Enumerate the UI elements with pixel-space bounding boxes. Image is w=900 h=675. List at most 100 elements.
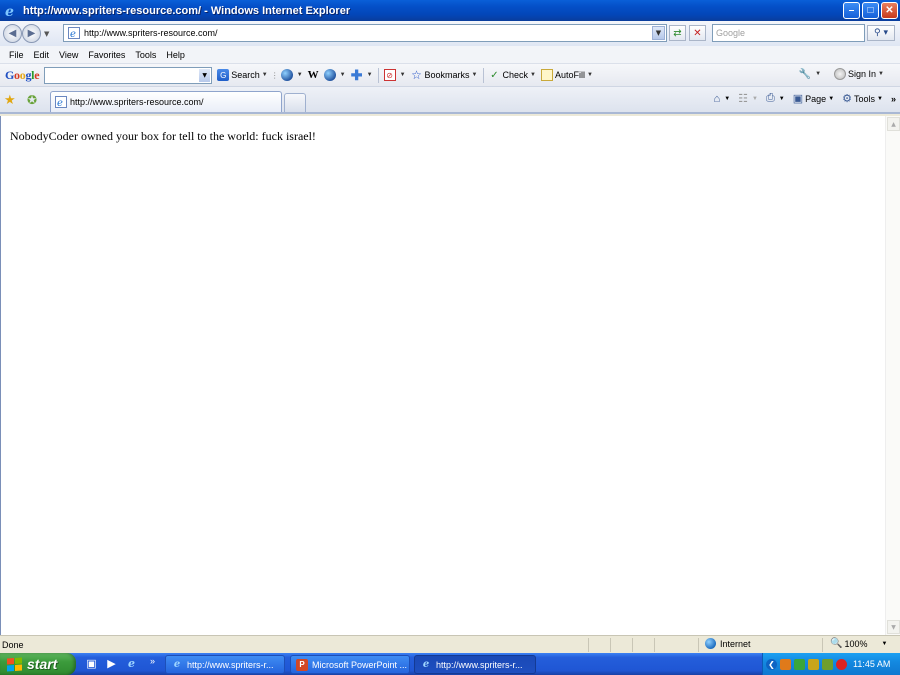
forward-arrow-icon: ▶ [27,28,36,39]
globe-button[interactable]: ▼ [280,69,303,81]
zoom-control[interactable]: 🔍 100% ▼ [830,638,887,649]
menu-favorites[interactable]: Favorites [83,50,130,60]
address-dropdown-button[interactable]: ▼ [652,26,665,40]
zoom-level: 100% [844,638,868,649]
tools-menu-label: Tools [854,93,876,104]
refresh-button[interactable]: ⇄ [669,25,686,41]
command-bar-overflow-button[interactable]: » [891,94,896,104]
google-toolbar-right: 🔧 ▼ Sign In ▼ [794,68,884,80]
security-zone[interactable]: Internet [705,638,751,649]
back-arrow-icon: ◀ [8,28,17,39]
taskbar-button-ie-1[interactable]: e http://www.spriters-r... [165,655,285,674]
menu-help[interactable]: Help [161,50,190,60]
bookmarks-button[interactable]: ☆ Bookmarks ▼ [411,68,477,82]
quick-launch-more-button[interactable]: » [150,656,155,666]
title-bar[interactable]: e http://www.spriters-resource.com/ - Wi… [0,0,900,21]
menu-view[interactable]: View [54,50,83,60]
add-to-favorites-icon[interactable]: ✪ [27,93,37,107]
vertical-scrollbar[interactable]: ▲ ▼ [885,116,900,635]
print-button[interactable]: ⎙ ▼ [766,92,785,105]
search-go-button[interactable]: ⚲ ▾ [867,25,895,41]
taskbar-button-powerpoint[interactable]: P Microsoft PowerPoint ... [290,655,410,674]
magnifier-icon: ⚲ ▾ [874,28,888,38]
windows-flag-icon [7,656,22,672]
sign-in-button[interactable]: Sign In ▼ [834,68,884,80]
check-label: Check [502,70,529,80]
tray-shield-icon[interactable] [808,658,819,670]
window-controls: – □ ✕ [843,2,898,19]
menu-edit[interactable]: Edit [29,50,55,60]
popup-blocker-icon: ⊘ [383,69,396,81]
tray-network-icon[interactable] [794,658,805,670]
menu-bar: File Edit View Favorites Tools Help [0,46,900,64]
window-title: http://www.spriters-resource.com/ - Wind… [23,4,351,17]
tab-spriters-resource[interactable]: e http://www.spriters-resource.com/ [50,91,282,112]
magnifier-icon: 🔍 [830,638,843,649]
spell-check-button[interactable]: ✓ Check ▼ [489,69,536,81]
page-message: NobodyCoder owned your box for tell to t… [10,129,316,143]
taskbar-button-ie-2[interactable]: e http://www.spriters-r... [414,655,536,674]
overflow-chevron-icon: » [890,93,896,104]
desktop-icon: ▣ [86,657,97,670]
status-pane-divider [610,638,611,652]
spell-check-icon: ✓ [490,69,499,81]
quick-launch-item[interactable]: ▣ [84,656,99,671]
tray-gear-icon[interactable] [822,658,833,670]
scroll-down-button[interactable]: ▼ [887,620,900,634]
tray-app-icon[interactable] [780,658,791,670]
back-button[interactable]: ◀ [3,24,22,43]
globe-button-2[interactable]: ▼ [323,69,346,81]
google-search-dropdown[interactable]: ▼ [199,68,211,82]
gear-icon: ⚙ [842,93,853,105]
search-input[interactable]: Google [712,24,865,42]
feeds-button[interactable]: ☷ ▼ [738,92,758,105]
page-content[interactable]: NobodyCoder owned your box for tell to t… [0,116,885,635]
address-url[interactable]: http://www.spriters-resource.com/ [84,28,218,38]
chevron-down-icon: ▼ [815,71,822,77]
minimize-button[interactable]: – [843,2,860,19]
home-button[interactable]: ⌂ ▼ [714,93,731,105]
page-icon: e [68,27,80,39]
command-bar: ⌂ ▼ ☷ ▼ ⎙ ▼ ▣ Page ▼ ⚙ Tools ▼ » [714,92,896,105]
taskbar-button-label: Microsoft PowerPoint ... [312,659,408,670]
tray-antivirus-icon[interactable] [836,658,847,670]
quick-launch-item[interactable]: e [124,656,139,671]
maximize-button[interactable]: □ [862,2,879,19]
status-pane-divider [698,638,699,652]
page-menu-button[interactable]: ▣ Page ▼ [793,92,834,105]
add-button[interactable]: ✚ ▼ [351,67,373,83]
ie-quicklaunch-icon: e [128,657,135,670]
google-search-button[interactable]: G Search ▼ [217,69,268,81]
google-search-input[interactable]: ▼ [44,66,213,84]
wikipedia-button[interactable]: W [308,69,319,81]
recent-pages-dropdown[interactable]: ▼ [44,30,52,38]
close-button[interactable]: ✕ [881,2,898,19]
internet-globe-icon [705,638,716,649]
tab-label: http://www.spriters-resource.com/ [70,97,204,107]
menu-tools[interactable]: Tools [130,50,161,60]
toolbar-settings-button[interactable]: 🔧 ▼ [799,68,821,80]
autofill-button[interactable]: AutoFill ▼ [540,69,593,81]
popup-blocker-button[interactable]: ⊘ ▼ [383,69,406,81]
scroll-up-button[interactable]: ▲ [887,117,900,131]
tray-expand-button[interactable]: ❮ [766,658,777,670]
google-logo[interactable]: Google [5,68,40,83]
favorites-center-star-icon[interactable]: ★ [4,93,16,108]
new-tab-button[interactable] [284,93,306,112]
page-menu-label: Page [805,93,827,104]
media-player-icon: ▶ [107,657,116,670]
clock[interactable]: 11:45 AM [853,659,890,669]
start-button[interactable]: start [0,653,76,675]
chevron-down-icon: ▼ [778,95,785,102]
chevron-down-icon: ▼ [530,72,536,78]
stop-button[interactable]: ✕ [689,25,706,41]
sign-in-label: Sign In [848,69,877,79]
tools-menu-button[interactable]: ⚙ Tools ▼ [842,92,883,105]
forward-button[interactable]: ▶ [22,24,41,43]
star-icon: ☆ [411,68,422,82]
quick-launch-item[interactable]: ▶ [104,656,119,671]
chevron-down-icon: ▼ [261,72,268,78]
menu-file[interactable]: File [4,50,29,60]
address-bar[interactable]: e http://www.spriters-resource.com/ ▼ [63,24,667,42]
toolbar-separator [377,67,379,83]
